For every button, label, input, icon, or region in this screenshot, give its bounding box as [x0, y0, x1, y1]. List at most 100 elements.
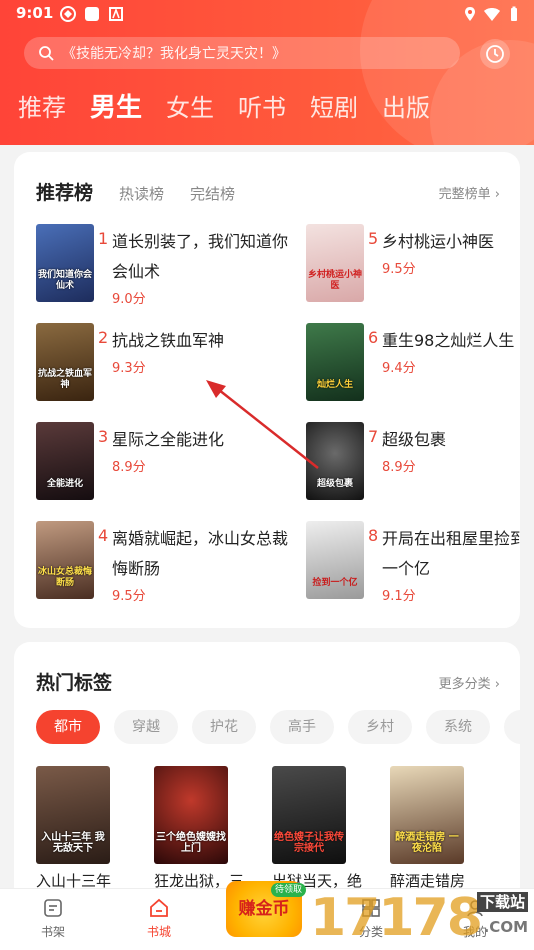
cover-text: 乡村桃运小神医 [308, 270, 363, 291]
book-score: 8.9分 [382, 460, 416, 475]
cover-text: 灿烂人生 [316, 380, 353, 390]
more-categories-link[interactable]: 更多分类 › [439, 673, 500, 692]
tab-male[interactable]: 男生 [90, 88, 142, 128]
book-cover: 绝色嫂子让我传宗接代 [272, 766, 346, 864]
chevron-right-icon: › [494, 187, 500, 202]
nav-bookstore[interactable]: 书城 [124, 897, 194, 940]
earn-coins-label: 赚金币 [238, 899, 290, 919]
hot-tags-card: 热门标签 更多分类 › 都市 穿越 护花 高手 乡村 系统 重生 入山十三年 我… [14, 642, 520, 902]
home-icon [150, 898, 168, 917]
rank-book[interactable]: 灿烂人生 6 重生98之灿烂人生 9.4分 [306, 323, 520, 403]
rank-number: 4 [98, 526, 109, 545]
tab-publish[interactable]: 出版 [382, 88, 430, 128]
earn-badge: 待领取 [270, 883, 306, 897]
nav-label: 书架 [40, 925, 65, 939]
full-ranking-label: 完整榜单 [438, 187, 491, 202]
chevron-right-icon: › [494, 677, 500, 692]
book-title: 超级包裹 [382, 430, 447, 449]
header: 9:01 《技能无冷却？我化身亡灵天灾！》 推荐 男生 女生 听书 短剧 出版 [0, 0, 534, 145]
tab-short-drama[interactable]: 短剧 [310, 88, 358, 128]
book-title: 星际之全能进化 [112, 430, 225, 449]
rank-book[interactable]: 冰山女总裁悔断肠 4 离婚就崛起，冰山女总裁悔断肠 9.5分 [36, 521, 288, 604]
book-score: 8.9分 [112, 460, 146, 475]
tag-chip[interactable]: 高手 [270, 710, 334, 744]
tag-chip[interactable]: 重生 [504, 710, 520, 744]
rank-book[interactable]: 抗战之铁血军神 2 抗战之铁血军神 9.3分 [36, 323, 286, 403]
book-cover: 冰山女总裁悔断肠 [36, 521, 94, 599]
ranking-header: 推荐榜 热读榜 完结榜 [36, 178, 261, 205]
nav-bookshelf[interactable]: 书架 [18, 897, 88, 940]
cover-text: 抗战之铁血军神 [38, 369, 93, 390]
tag-chip[interactable]: 乡村 [348, 710, 412, 744]
app-notification-icon [109, 7, 123, 21]
book-score: 9.5分 [112, 589, 146, 604]
book-cover: 我们知道你会仙术 [36, 224, 94, 302]
history-button[interactable] [480, 39, 510, 69]
cover-text: 超级包裹 [316, 479, 353, 489]
book-title: 乡村桃运小神医 [382, 232, 495, 251]
book-score: 9.5分 [382, 262, 416, 277]
app-notification-icon [60, 6, 76, 22]
search-input[interactable]: 《技能无冷却？我化身亡灵天灾！》 [24, 37, 460, 69]
rank-number: 6 [368, 328, 379, 347]
bookshelf-icon [44, 899, 62, 917]
watermark-label: 下载站 [476, 892, 528, 912]
book-score: 9.4分 [382, 361, 416, 376]
rank-number: 2 [98, 328, 109, 347]
watermark-text: 17178 [310, 888, 483, 948]
hot-tags-title: 热门标签 [36, 672, 113, 694]
book-cover: 三个绝色嫂嫂找上门 [154, 766, 228, 864]
nav-label: 书城 [146, 925, 171, 939]
rank-number: 3 [98, 427, 109, 446]
clock-icon [486, 45, 504, 63]
book-cover: 抗战之铁血军神 [36, 323, 94, 401]
tag-chip[interactable]: 都市 [36, 710, 100, 744]
book-score: 9.0分 [112, 292, 146, 307]
tag-row: 都市 穿越 护花 高手 乡村 系统 重生 [36, 710, 520, 744]
battery-icon [511, 6, 517, 21]
site-watermark: 17178 下载站 .COM [306, 888, 534, 950]
book-cover: 乡村桃运小神医 [306, 224, 364, 302]
book-cover: 入山十三年 我无敌天下 [36, 766, 110, 864]
rank-number: 1 [98, 229, 109, 248]
rank-book[interactable]: 我们知道你会仙术 1 道长别装了，我们知道你会仙术 9.0分 [36, 224, 288, 307]
book-title: 开局在出租屋里捡到一个亿 [382, 529, 520, 578]
location-icon [465, 7, 475, 21]
rank-book[interactable]: 超级包裹 7 超级包裹 8.9分 [306, 422, 520, 502]
app-notification-icon [85, 7, 99, 21]
rank-number: 8 [368, 526, 379, 545]
watermark-domain: .COM [483, 918, 528, 936]
tab-recommend[interactable]: 推荐 [18, 88, 66, 128]
cover-text: 我们知道你会仙术 [38, 270, 93, 291]
ranking-tab-finished[interactable]: 完结榜 [190, 183, 235, 204]
book-title: 重生98之灿烂人生 [382, 331, 515, 350]
tab-audiobook[interactable]: 听书 [238, 88, 286, 128]
rank-book[interactable]: 全能进化 3 星际之全能进化 8.9分 [36, 422, 286, 502]
tag-chip[interactable]: 护花 [192, 710, 256, 744]
wifi-icon [484, 8, 500, 21]
rank-number: 5 [368, 229, 379, 248]
tab-female[interactable]: 女生 [166, 88, 214, 128]
status-bar: 9:01 [0, 0, 534, 28]
book-title: 抗战之铁血军神 [112, 331, 225, 350]
book-score: 9.1分 [382, 589, 416, 604]
status-time: 9:01 [16, 4, 54, 22]
book-cover: 醉酒走错房 一夜沦陷 [390, 766, 464, 864]
tag-chip[interactable]: 穿越 [114, 710, 178, 744]
book-cover: 灿烂人生 [306, 323, 364, 401]
cover-text: 捡到一个亿 [312, 578, 358, 588]
full-ranking-link[interactable]: 完整榜单 › [439, 183, 500, 202]
rank-book[interactable]: 捡到一个亿 8 开局在出租屋里捡到一个亿 9.1分 [306, 521, 520, 604]
channel-tabs: 推荐 男生 女生 听书 短剧 出版 [18, 88, 454, 128]
ranking-tab-hot[interactable]: 热读榜 [119, 183, 164, 204]
tag-chip[interactable]: 系统 [426, 710, 490, 744]
cover-text: 冰山女总裁悔断肠 [38, 567, 93, 588]
rank-book[interactable]: 乡村桃运小神医 5 乡村桃运小神医 9.5分 [306, 224, 520, 304]
book-title: 道长别装了，我们知道你会仙术 [112, 232, 289, 281]
more-categories-label: 更多分类 [438, 677, 491, 692]
cover-text: 绝色嫂子让我传宗接代 [274, 832, 344, 854]
earn-coins-button[interactable]: 赚金币 待领取 [226, 881, 306, 937]
search-icon [39, 46, 54, 61]
search-placeholder: 《技能无冷却？我化身亡灵天灾！》 [62, 46, 286, 62]
hot-tags-header: 热门标签 [36, 668, 138, 695]
